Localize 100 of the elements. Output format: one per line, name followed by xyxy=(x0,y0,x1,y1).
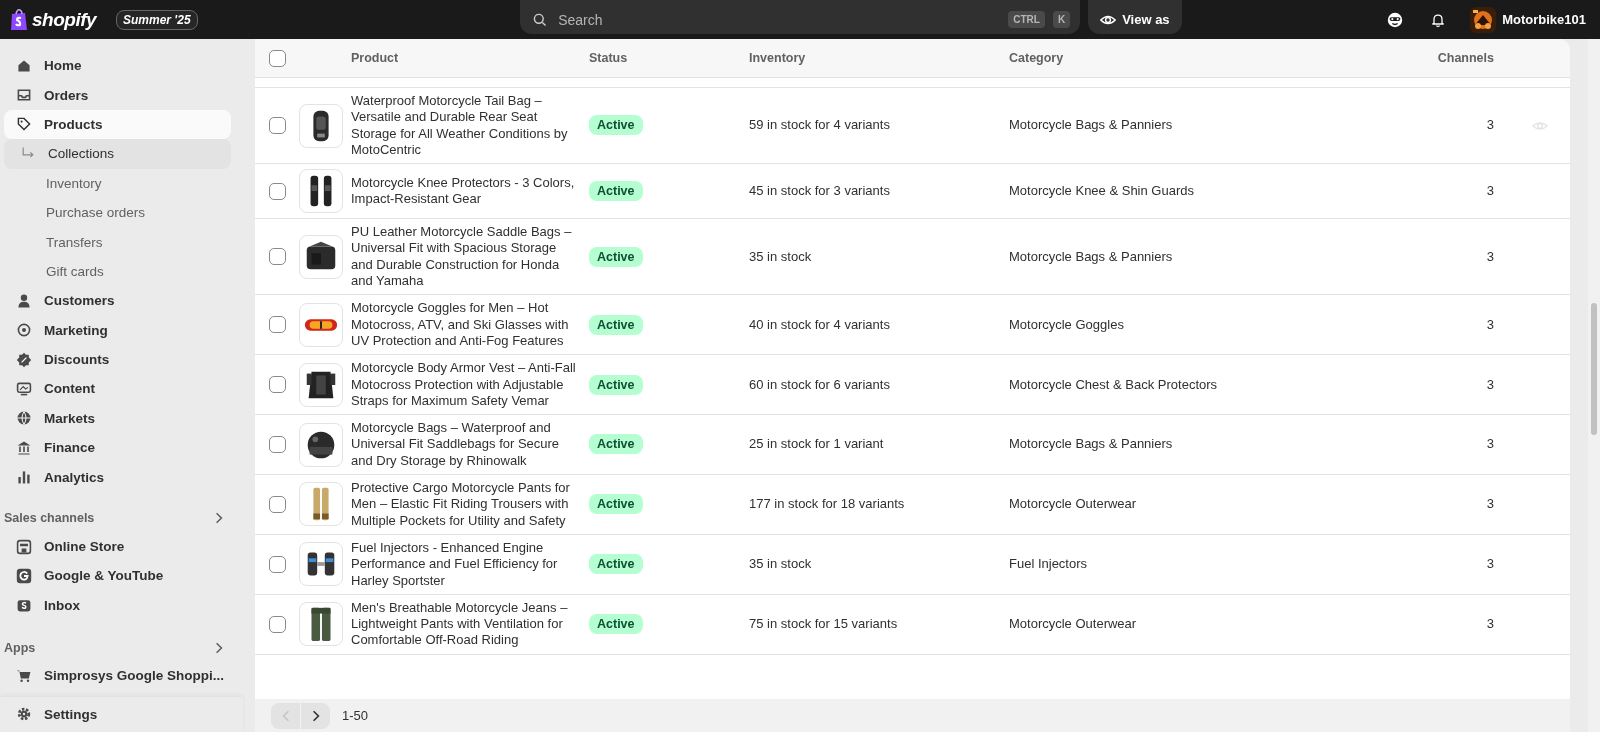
status-badge: Active xyxy=(589,314,643,335)
nav-subitem[interactable]: Transfers xyxy=(4,227,231,257)
status-badge: Active xyxy=(589,494,643,515)
table-cell-text: Motorcycle Outerwear xyxy=(1009,496,1138,513)
section-header[interactable]: Sales channels xyxy=(4,504,231,532)
nav-subitem[interactable]: Collections xyxy=(4,139,231,169)
table-cell-text: Motorcycle Goggles xyxy=(1009,316,1125,333)
table-cell-text: 60 in stock for 6 variants xyxy=(749,376,891,393)
nav-subitem[interactable]: Purchase orders xyxy=(4,197,231,228)
table-cell-text: 59 in stock for 4 variants xyxy=(749,117,891,134)
column-header[interactable]: Inventory xyxy=(749,51,1009,65)
row-checkbox[interactable] xyxy=(269,248,286,266)
section-header[interactable]: Apps xyxy=(4,634,231,662)
nav-item[interactable]: Google & YouTube xyxy=(4,561,231,591)
edition-badge[interactable]: Summer '25 xyxy=(116,9,198,30)
table-cell-text: 3 xyxy=(1485,436,1495,453)
row-checkbox[interactable] xyxy=(269,555,286,573)
column-header[interactable]: Channels xyxy=(1309,51,1510,65)
nav-subitem[interactable]: Gift cards xyxy=(4,256,231,287)
product-title-link[interactable]: Protective Cargo Motorcycle Pants for Men – Elastic Fit Riding Trousers with Multiple Pockets for Utility and Safety xyxy=(351,480,589,529)
settings-item[interactable]: Settings xyxy=(4,699,231,729)
shopping-bag-icon xyxy=(16,597,32,614)
discount-icon xyxy=(16,351,32,368)
nav-item[interactable]: Finance xyxy=(4,433,231,463)
row-checkbox[interactable] xyxy=(269,316,286,334)
tray-icon xyxy=(16,87,32,104)
status-badge: Active xyxy=(589,115,643,136)
table-cell-text: 75 in stock for 15 variants xyxy=(749,616,899,633)
product-title-link[interactable]: Motorcycle Bags – Waterproof and Universal Fit Saddlebags for Secure and Dry Storage by Rhinowalk xyxy=(351,420,589,470)
brand-logo[interactable]: shopify xyxy=(32,8,97,31)
nav-item[interactable]: Inbox xyxy=(4,590,231,621)
product-title-link[interactable]: Waterproof Motorcycle Tail Bag – Versatile and Durable Rear Seat Storage for All Weather Conditions by MotoCentric xyxy=(351,93,589,159)
nav-item[interactable]: Content xyxy=(4,374,231,404)
scrollbar[interactable] xyxy=(1588,39,1600,732)
shopify-bag-icon xyxy=(10,8,28,31)
product-title-link[interactable]: Motorcycle Goggles for Men – Hot Motocross, ATV, and Ski Glasses with UV Protection and Anti-Fog Features xyxy=(351,300,589,350)
row-checkbox[interactable] xyxy=(269,615,286,633)
status-badge: Active xyxy=(589,614,643,635)
row-checkbox[interactable] xyxy=(269,496,286,513)
row-checkbox[interactable] xyxy=(269,436,286,454)
view-as-button[interactable]: View as xyxy=(1088,0,1182,34)
monitor-icon xyxy=(16,381,32,397)
status-badge: Active xyxy=(589,434,643,455)
search-bar[interactable]: Search CTRL K xyxy=(520,0,1081,34)
nav-item[interactable]: Online Store xyxy=(4,531,231,562)
row-checkbox[interactable] xyxy=(269,376,286,394)
status-badge: Active xyxy=(589,554,643,575)
table-cell-text: Motorcycle Knee & Shin Guards xyxy=(1009,183,1195,200)
row-checkbox[interactable] xyxy=(269,182,286,200)
nav-item[interactable]: Markets xyxy=(4,403,231,434)
table-cell-text: 3 xyxy=(1485,117,1495,134)
page-range: 1-50 xyxy=(342,708,369,723)
nav-item[interactable]: Home xyxy=(4,51,231,81)
target-icon xyxy=(16,322,32,339)
store-menu[interactable]: Motorbike101 xyxy=(1470,6,1586,33)
row-checkbox[interactable] xyxy=(269,117,286,135)
table-cell-text: Motorcycle Bags & Panniers xyxy=(1009,248,1174,265)
product-title-link[interactable]: PU Leather Motorcycle Saddle Bags – Universal Fit with Spacious Storage and Durable Construction for Honda and Yamaha xyxy=(351,224,589,290)
status-badge: Active xyxy=(589,246,643,267)
store-icon xyxy=(16,538,32,555)
nav-item[interactable]: Orders xyxy=(4,80,231,110)
table-cell-text: 3 xyxy=(1485,248,1495,265)
column-header[interactable]: Status xyxy=(589,51,749,65)
shortcut-key: CTRL xyxy=(1008,11,1045,28)
tag-icon xyxy=(16,116,32,133)
column-header[interactable]: Category xyxy=(1009,51,1309,65)
table-cell-text: 3 xyxy=(1485,496,1495,513)
table-cell-text: 45 in stock for 3 variants xyxy=(749,183,891,200)
next-page-button[interactable] xyxy=(301,702,330,729)
status-badge: Active xyxy=(589,181,643,202)
nav-item[interactable]: Products xyxy=(4,109,231,140)
table-cell-text: Motorcycle Bags & Panniers xyxy=(1009,436,1174,453)
product-title-link[interactable]: Motorcycle Body Armor Vest – Anti-Fall Motocross Protection with Adjustable Straps for Maximum Safety Vemar xyxy=(351,360,589,410)
nav-item[interactable]: Marketing xyxy=(4,315,231,345)
shortcut-key: K xyxy=(1052,11,1071,28)
bar-chart-icon xyxy=(16,469,32,486)
table-cell-text: 35 in stock xyxy=(749,556,813,573)
search-field[interactable]: Search xyxy=(556,10,1001,29)
select-all-checkbox[interactable] xyxy=(269,49,286,67)
table-cell-text: 3 xyxy=(1485,616,1495,633)
product-title-link[interactable]: Men's Breathable Motorcycle Jeans – Lightweight Pants with Ventilation for Comfortable Off-Road Riding xyxy=(351,599,589,649)
product-title-link[interactable]: Fuel Injectors - Enhanced Engine Performance and Fuel Efficiency for Harley Sportster xyxy=(351,539,589,589)
table-cell-text: Motorcycle Bags & Panniers xyxy=(1009,117,1174,134)
table-cell-text: 25 in stock for 1 variant xyxy=(749,436,885,453)
column-header[interactable]: Product xyxy=(351,51,589,65)
g-logo-icon xyxy=(16,567,32,584)
table-cell-text: Motorcycle Chest & Back Protectors xyxy=(1009,376,1219,393)
nav-item[interactable]: Simprosys Google Shoppi... xyxy=(4,661,231,691)
nav-item[interactable]: Analytics xyxy=(4,462,231,492)
table-cell-text: Fuel Injectors xyxy=(1009,556,1089,573)
nav-subitem[interactable]: Inventory xyxy=(4,168,231,198)
table-cell-text: 3 xyxy=(1485,316,1495,333)
person-icon xyxy=(16,292,32,309)
status-badge: Active xyxy=(589,374,643,395)
nav-item[interactable]: Customers xyxy=(4,286,231,316)
table-cell-text: 3 xyxy=(1485,183,1495,200)
nav-item[interactable]: Discounts xyxy=(4,344,231,375)
table-cell-text: 177 in stock for 18 variants xyxy=(749,496,906,513)
product-title-link[interactable]: Motorcycle Knee Protectors - 3 Colors, Impact-Resistant Gear xyxy=(351,174,589,208)
table-cell-text: 3 xyxy=(1485,556,1495,573)
